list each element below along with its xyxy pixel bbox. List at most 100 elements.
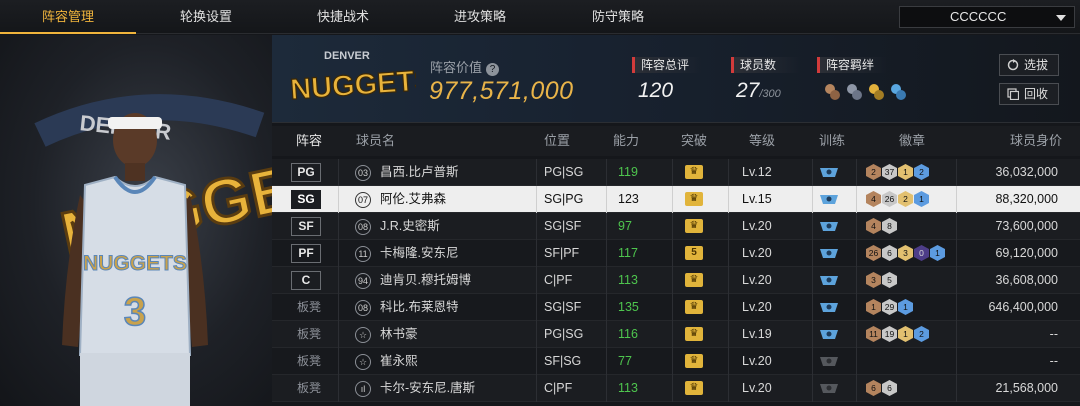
slot-badge[interactable]: SF bbox=[291, 217, 321, 236]
jersey-number-cell: 08 bbox=[355, 213, 371, 240]
tab-rotation[interactable]: 轮换设置 bbox=[136, 0, 276, 34]
player-name[interactable]: 迪肯贝.穆托姆博 bbox=[380, 267, 471, 294]
header-slot[interactable]: 阵容 bbox=[296, 126, 322, 156]
table-row[interactable]: PG 03 昌西.比卢普斯 PG|SG 119 ♛ Lv.12 2 37 1 2 36,032,000 bbox=[272, 159, 1080, 186]
team-logo: DENVER NUGGETS bbox=[289, 50, 416, 107]
training-icon[interactable] bbox=[819, 354, 839, 369]
player-ability: 77 bbox=[618, 354, 632, 368]
table-row[interactable]: SF 08 J.R.史密斯 SG|SF 97 ♛ Lv.20 4 8 73,600,000 bbox=[272, 213, 1080, 240]
player-price: -- bbox=[1049, 327, 1058, 341]
player-name[interactable]: 科比.布莱恩特 bbox=[380, 294, 458, 321]
column-divider bbox=[728, 240, 729, 267]
badge-list[interactable]: 66 bbox=[866, 380, 898, 397]
table-row[interactable]: 板凳 ıl 卡尔-安东尼.唐斯 C|PF 113 ♛ Lv.20 6 6 21,568,000 bbox=[272, 375, 1080, 402]
tab-offense[interactable]: 进攻策略 bbox=[410, 0, 550, 34]
crown-icon[interactable]: ♛ bbox=[685, 354, 703, 368]
header-training[interactable]: 训练 bbox=[819, 126, 845, 156]
tab-defense[interactable]: 防守策略 bbox=[550, 0, 686, 34]
training-icon[interactable] bbox=[819, 381, 839, 396]
badge-list[interactable]: 2 37 1 2 bbox=[866, 164, 930, 181]
column-divider bbox=[812, 348, 813, 375]
header-price[interactable]: 球员身价 bbox=[1010, 126, 1062, 156]
column-divider bbox=[606, 159, 607, 186]
overall-label: 阵容总评 bbox=[632, 57, 702, 73]
crown-icon[interactable]: ♛ bbox=[685, 219, 703, 233]
column-divider bbox=[672, 159, 673, 186]
bond-icon-2 bbox=[847, 84, 862, 100]
header-breakthrough[interactable]: 突破 bbox=[681, 126, 707, 156]
badge-list[interactable]: 4 26 2 1 bbox=[866, 191, 930, 208]
breakthrough-level[interactable]: 5 bbox=[685, 246, 703, 260]
player-price: -- bbox=[1049, 354, 1058, 368]
header-name[interactable]: 球员名 bbox=[356, 126, 395, 156]
player-name[interactable]: 卡梅隆.安东尼 bbox=[380, 240, 458, 267]
bench-label[interactable]: 板凳 bbox=[297, 348, 321, 375]
slot-badge[interactable]: SG bbox=[291, 190, 321, 209]
tab-lineup[interactable]: 阵容管理 bbox=[0, 0, 136, 34]
bond-icons[interactable] bbox=[822, 81, 914, 103]
bench-label[interactable]: 板凳 bbox=[297, 321, 321, 348]
badge-list[interactable]: 26 6 3 0 1 bbox=[866, 245, 946, 262]
table-row[interactable]: 板凳 ☆ 崔永熙 SF|SG 77 ♛ Lv.20 -- bbox=[272, 348, 1080, 375]
table-row[interactable]: 板凳 08 科比.布莱恩特 SG|SF 135 ♛ Lv.20 1 29 1 646,400,000 bbox=[272, 294, 1080, 321]
table-row[interactable]: C 94 迪肯贝.穆托姆博 C|PF 113 ♛ Lv.20 3 5 36,608,000 bbox=[272, 267, 1080, 294]
bond-label: 阵容羁绊 bbox=[817, 57, 887, 73]
crown-icon[interactable]: ♛ bbox=[685, 300, 703, 314]
team-select-dropdown[interactable]: CCCCCC bbox=[899, 6, 1075, 28]
crown-icon[interactable]: ♛ bbox=[685, 192, 703, 206]
column-divider bbox=[536, 348, 537, 375]
slot-badge[interactable]: PF bbox=[291, 244, 321, 263]
crown-icon[interactable]: ♛ bbox=[685, 165, 703, 179]
column-divider bbox=[338, 186, 339, 213]
badge-list[interactable]: 35 bbox=[866, 272, 898, 289]
player-name[interactable]: 崔永熙 bbox=[380, 348, 418, 375]
column-divider bbox=[672, 267, 673, 294]
crown-icon[interactable]: ♛ bbox=[685, 381, 703, 395]
column-divider bbox=[956, 159, 957, 186]
help-icon[interactable]: ? bbox=[486, 63, 500, 76]
badge-list[interactable]: 11 19 1 2 bbox=[866, 326, 930, 343]
training-icon[interactable] bbox=[819, 273, 839, 288]
crown-icon[interactable]: ♛ bbox=[685, 327, 703, 341]
jersey-number-cell: 07 bbox=[355, 186, 371, 213]
player-ability: 119 bbox=[618, 165, 638, 179]
player-name[interactable]: 林书豪 bbox=[380, 321, 418, 348]
training-icon[interactable] bbox=[819, 192, 839, 207]
column-divider bbox=[728, 186, 729, 213]
player-name[interactable]: J.R.史密斯 bbox=[380, 213, 440, 240]
table-row[interactable]: SG 07 阿伦.艾弗森 SG|PG 123 ♛ Lv.15 4 26 2 1 88,320,000 bbox=[272, 186, 1080, 213]
badge-list[interactable]: 1 29 1 bbox=[866, 299, 914, 316]
badge-list[interactable]: 48 bbox=[866, 218, 898, 235]
column-divider bbox=[338, 375, 339, 402]
table-row[interactable]: 板凳 ☆ 林书豪 PG|SG 116 ♛ Lv.19 11 19 1 2 -- bbox=[272, 321, 1080, 348]
player-name[interactable]: 卡尔-安东尼.唐斯 bbox=[380, 375, 475, 402]
player-name[interactable]: 昌西.比卢普斯 bbox=[380, 159, 458, 186]
training-icon[interactable] bbox=[819, 327, 839, 342]
bench-label[interactable]: 板凳 bbox=[297, 294, 321, 321]
bench-label[interactable]: 板凳 bbox=[297, 375, 321, 402]
training-icon[interactable] bbox=[819, 219, 839, 234]
player-position: C|PF bbox=[544, 381, 573, 395]
column-divider bbox=[812, 240, 813, 267]
crown-icon[interactable]: ♛ bbox=[685, 273, 703, 287]
slot-badge[interactable]: C bbox=[291, 271, 321, 290]
column-divider bbox=[606, 294, 607, 321]
table-row[interactable]: PF 11 卡梅隆.安东尼 SF|PF 117 5 Lv.20 26 6 3 0 1 69,120,00… bbox=[272, 240, 1080, 267]
slot-badge[interactable]: PG bbox=[291, 163, 321, 182]
training-icon[interactable] bbox=[819, 300, 839, 315]
tab-quick-tactics[interactable]: 快捷战术 bbox=[276, 0, 410, 34]
player-name[interactable]: 阿伦.艾弗森 bbox=[380, 186, 446, 213]
player-ability: 135 bbox=[618, 300, 639, 314]
training-icon[interactable] bbox=[819, 165, 839, 180]
column-divider bbox=[728, 213, 729, 240]
select-button[interactable]: 选拔 bbox=[999, 54, 1059, 76]
header-badges[interactable]: 徽章 bbox=[899, 126, 925, 156]
column-divider bbox=[956, 294, 957, 321]
recycle-button[interactable]: 回收 bbox=[999, 83, 1059, 105]
header-ability[interactable]: 能力 bbox=[613, 126, 639, 156]
training-icon[interactable] bbox=[819, 246, 839, 261]
header-level[interactable]: 等级 bbox=[749, 126, 775, 156]
header-position[interactable]: 位置 bbox=[544, 126, 570, 156]
column-divider bbox=[606, 267, 607, 294]
badge-icon: 37 bbox=[882, 164, 897, 180]
